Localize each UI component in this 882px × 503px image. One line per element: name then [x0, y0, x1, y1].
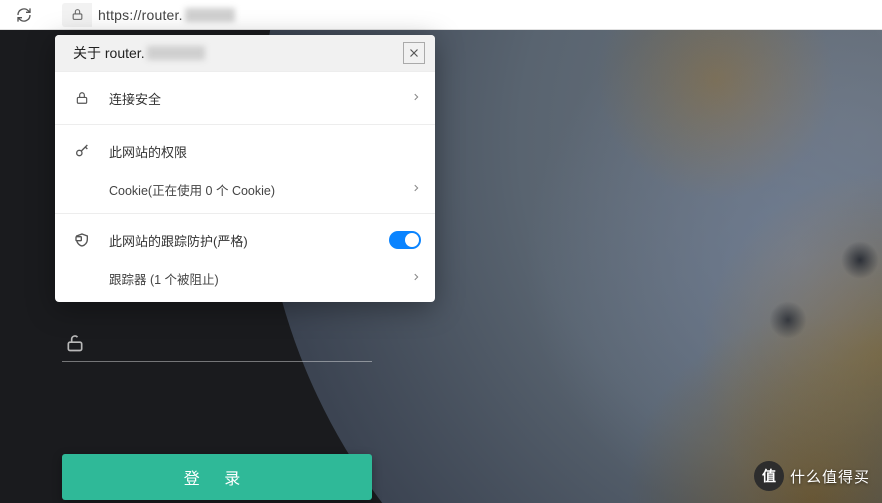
tracking-protection-toggle[interactable]	[389, 231, 421, 249]
connection-secure-row[interactable]: 连接安全	[55, 78, 435, 118]
shield-icon	[73, 232, 91, 248]
connection-secure-label: 连接安全	[109, 89, 411, 108]
url-text: https://router.	[92, 7, 235, 23]
login-button[interactable]: 登 录	[62, 454, 372, 500]
tracking-protection-row[interactable]: 此网站的跟踪防护(严格)	[55, 220, 435, 260]
tracking-protection-label: 此网站的跟踪防护(严格)	[109, 231, 389, 250]
watermark: 值 什么值得买	[754, 461, 870, 491]
chevron-right-icon	[411, 90, 421, 107]
site-info-popup: 关于 router. 连接安全 此网站的权限 Cookie(正在使用 0 个 C…	[55, 35, 435, 302]
trackers-row[interactable]: 跟踪器 (1 个被阻止)	[55, 260, 435, 296]
cookies-row[interactable]: Cookie(正在使用 0 个 Cookie)	[55, 171, 435, 207]
browser-toolbar: https://router.	[0, 0, 882, 30]
password-field[interactable]	[62, 325, 372, 362]
key-icon	[73, 143, 91, 159]
address-bar[interactable]: https://router.	[62, 0, 874, 29]
chevron-right-icon	[411, 270, 421, 287]
chevron-right-icon	[411, 181, 421, 198]
trackers-label: 跟踪器 (1 个被阻止)	[109, 269, 411, 288]
cookies-label: Cookie(正在使用 0 个 Cookie)	[109, 180, 411, 199]
reload-button[interactable]	[14, 5, 34, 25]
password-input[interactable]	[100, 335, 370, 352]
watermark-text: 什么值得买	[790, 466, 870, 487]
permissions-label: 此网站的权限	[109, 142, 421, 161]
watermark-badge: 值	[754, 461, 784, 491]
permissions-row[interactable]: 此网站的权限	[55, 131, 435, 171]
lock-icon[interactable]	[62, 3, 92, 27]
popup-header: 关于 router.	[55, 35, 435, 71]
close-button[interactable]	[403, 42, 425, 64]
close-icon	[408, 47, 420, 59]
lock-icon	[73, 91, 91, 105]
lock-open-icon	[64, 333, 86, 353]
popup-title: 关于 router.	[73, 43, 145, 63]
